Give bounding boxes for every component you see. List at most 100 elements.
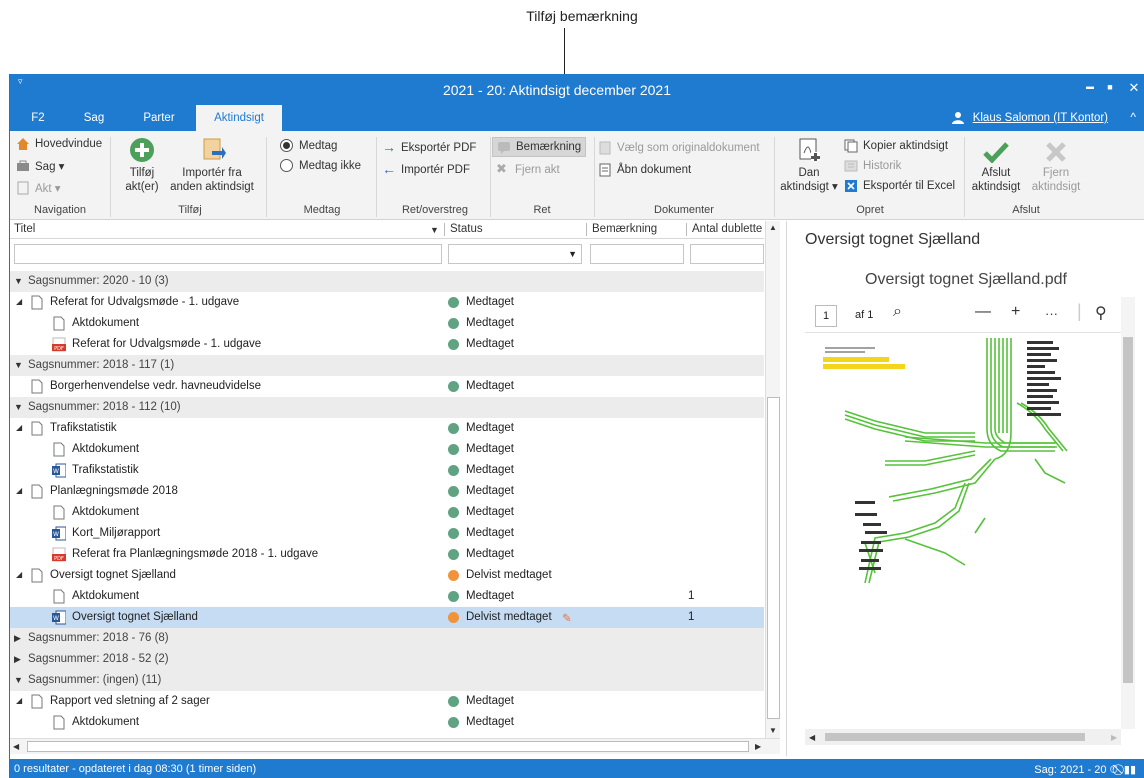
- bemaerkning-filter-input[interactable]: [590, 244, 684, 264]
- collapsed-icon[interactable]: ▶: [14, 633, 21, 644]
- zoom-out-icon[interactable]: —: [975, 303, 991, 321]
- expanded-icon[interactable]: ▼: [14, 276, 23, 286]
- fjern-akt-button[interactable]: ✖ Fjern akt: [496, 162, 560, 177]
- sort-down-icon[interactable]: ▼: [430, 225, 439, 235]
- grid-vertical-scrollbar[interactable]: ▲ ▼: [765, 221, 780, 738]
- table-row[interactable]: PDFRapport ved sletning af sagen '2021 -…: [10, 733, 764, 736]
- vaelg-original-button[interactable]: Vælg som originaldokument: [598, 141, 760, 155]
- tab-f2[interactable]: F2: [22, 105, 54, 131]
- user-link[interactable]: Klaus Salomon (IT Kontor): [973, 112, 1108, 124]
- importer-pdf-button[interactable]: ← Importér PDF: [382, 162, 470, 177]
- table-row[interactable]: PDF Referat fra Planlægningsmøde 2018 - 1…: [10, 544, 764, 565]
- scroll-left-icon[interactable]: ◀: [809, 733, 815, 742]
- expand-toggle-icon[interactable]: ◢: [16, 570, 22, 579]
- table-row[interactable]: Aktdokument Medtaget: [10, 502, 764, 523]
- scroll-thumb[interactable]: [825, 733, 1085, 741]
- tab-aktindsigt[interactable]: Aktindsigt: [196, 105, 282, 131]
- group-row[interactable]: ▼ Sagsnummer: 2020 - 10 (3): [10, 271, 764, 292]
- pdf-vertical-scrollbar[interactable]: [1121, 297, 1135, 729]
- table-row[interactable]: W Kort_Miljørapport Medtaget: [10, 523, 764, 544]
- scroll-thumb[interactable]: [767, 397, 780, 719]
- tab-sag[interactable]: Sag: [78, 105, 110, 131]
- expanded-icon[interactable]: ▼: [14, 360, 23, 370]
- kopier-aktindsigt-button[interactable]: Kopier aktindsigt: [844, 139, 948, 153]
- table-row[interactable]: ◢ Trafikstatistik Medtaget: [10, 418, 764, 439]
- medtag-radio[interactable]: Medtag: [280, 139, 337, 152]
- scroll-down-icon[interactable]: ▼: [769, 726, 777, 735]
- scroll-up-icon[interactable]: ▲: [769, 223, 777, 232]
- eksporter-pdf-button[interactable]: → Eksportér PDF: [382, 140, 476, 155]
- historik-button[interactable]: Historik: [844, 159, 901, 173]
- scroll-left-icon[interactable]: ◀: [13, 742, 19, 751]
- table-row[interactable]: Borgerhenvendelse vedr. havneudvidelse Me…: [10, 376, 764, 397]
- status-filter-dropdown[interactable]: ▼: [448, 244, 582, 264]
- collapsed-icon[interactable]: ▶: [14, 654, 21, 665]
- hovedvindue-button[interactable]: Hovedvindue: [16, 137, 102, 151]
- scroll-right-icon[interactable]: ▶: [1111, 733, 1117, 742]
- scroll-thumb[interactable]: [1123, 337, 1133, 683]
- pdf-horizontal-scrollbar[interactable]: ◀ ▶: [805, 729, 1121, 745]
- scroll-thumb[interactable]: [27, 741, 749, 752]
- table-row[interactable]: ◢ Referat for Udvalgsmøde - 1. udgave Medt…: [10, 292, 764, 313]
- minimize-button[interactable]: ▬: [1080, 82, 1100, 91]
- importer-button[interactable]: Importér fra anden aktindsigt: [170, 137, 254, 194]
- column-separator[interactable]: [586, 223, 587, 236]
- table-row[interactable]: ◢ Planlægningsmøde 2018 Medtaget: [10, 481, 764, 502]
- table-row[interactable]: W Trafikstatistik Medtaget: [10, 460, 764, 481]
- group-row[interactable]: ▼ Sagsnummer: 2018 - 112 (10): [10, 397, 764, 418]
- group-row[interactable]: ▼ Sagsnummer: (ingen) (11): [10, 670, 764, 691]
- maximize-button[interactable]: ■: [1100, 82, 1120, 92]
- table-row[interactable]: PDF Referat for Udvalgsmøde - 1. udgave Me…: [10, 334, 764, 355]
- expanded-icon[interactable]: ▼: [14, 402, 23, 412]
- grid-horizontal-scrollbar[interactable]: ◀ ▶: [10, 738, 780, 754]
- group-row[interactable]: ▼ Sagsnummer: 2018 - 117 (1): [10, 355, 764, 376]
- tab-parter[interactable]: Parter: [134, 105, 184, 131]
- column-separator[interactable]: [686, 223, 687, 236]
- zoom-in-icon[interactable]: +: [1011, 303, 1020, 321]
- more-icon[interactable]: ···: [1045, 306, 1058, 321]
- title-bar: ▿ 2021 - 20: Aktindsigt december 2021 ▬ …: [10, 74, 1144, 105]
- expanded-icon[interactable]: ▼: [14, 675, 23, 685]
- medtag-ikke-radio[interactable]: Medtag ikke: [280, 159, 361, 172]
- table-row[interactable]: Aktdokument Medtaget: [10, 313, 764, 334]
- dan-aktindsigt-button[interactable]: Dan aktindsigt ▾: [778, 137, 840, 194]
- expand-toggle-icon[interactable]: ◢: [16, 486, 22, 495]
- antal-filter-input[interactable]: [690, 244, 764, 264]
- table-row[interactable]: Aktdokument Medtaget: [10, 712, 764, 733]
- close-button[interactable]: ✕: [1124, 80, 1144, 96]
- search-icon[interactable]: ⌕: [893, 303, 902, 321]
- table-row[interactable]: W Oversigt tognet Sjælland Delvist medtage…: [10, 607, 764, 628]
- eksporter-excel-button[interactable]: Eksportér til Excel: [844, 179, 955, 193]
- history-icon: [844, 160, 858, 172]
- pdf-viewport[interactable]: [805, 333, 1121, 729]
- row-title: Referat for Udvalgsmøde - 1. udgave: [72, 338, 262, 350]
- column-header-antal[interactable]: Antal dublette: [692, 223, 762, 235]
- column-header-bemaerkning[interactable]: Bemærkning: [592, 223, 657, 235]
- pin-icon[interactable]: ⚲: [1095, 303, 1107, 323]
- fjern-aktindsigt-button[interactable]: Fjern aktindsigt: [1028, 141, 1084, 194]
- column-header-status[interactable]: Status: [450, 223, 483, 235]
- expand-toggle-icon[interactable]: ◢: [16, 297, 22, 306]
- table-row[interactable]: ◢ Rapport ved sletning af 2 sager Medtaget: [10, 691, 764, 712]
- group-row[interactable]: ▶ Sagsnummer: 2018 - 52 (2): [10, 649, 764, 670]
- table-row[interactable]: Aktdokument Medtaget 1: [10, 586, 764, 607]
- akt-dropdown[interactable]: Akt ▾: [16, 181, 61, 195]
- collapse-ribbon-icon[interactable]: ^: [1130, 110, 1136, 124]
- expand-toggle-icon[interactable]: ◢: [16, 696, 22, 705]
- scroll-right-icon[interactable]: ▶: [755, 742, 761, 751]
- column-header-titel[interactable]: Titel: [14, 223, 35, 235]
- expand-toggle-icon[interactable]: ◢: [16, 423, 22, 432]
- table-row[interactable]: Aktdokument Medtaget: [10, 439, 764, 460]
- group-row[interactable]: ▶ Sagsnummer: 2018 - 76 (8): [10, 628, 764, 649]
- titel-filter-input[interactable]: [14, 244, 442, 264]
- abn-dokument-button[interactable]: Åbn dokument: [598, 163, 691, 177]
- column-separator[interactable]: [444, 223, 445, 236]
- page-number-input[interactable]: 1: [815, 305, 837, 327]
- bemaerkning-button[interactable]: Bemærkning: [492, 137, 587, 157]
- edit-pencil-icon[interactable]: ✎: [562, 611, 572, 625]
- tilfoj-akter-button[interactable]: Tilføj akt(er): [120, 137, 164, 194]
- sag-dropdown[interactable]: Sag ▾: [16, 159, 64, 173]
- table-row[interactable]: ◢ Oversigt tognet Sjælland Delvist medtage…: [10, 565, 764, 586]
- afslut-aktindsigt-button[interactable]: Afslut aktindsigt: [968, 141, 1024, 194]
- historik-label: Historik: [863, 160, 902, 172]
